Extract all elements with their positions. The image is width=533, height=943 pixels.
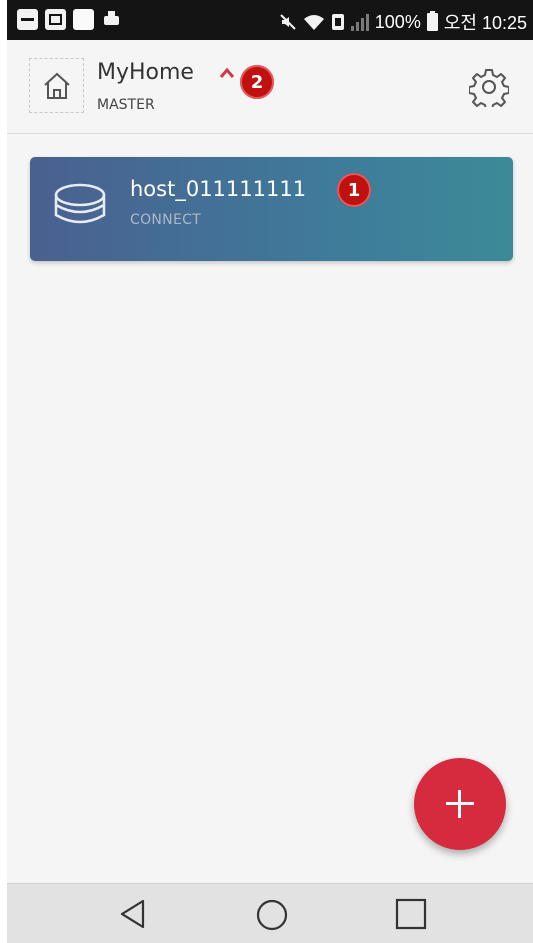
notification-icons	[17, 9, 122, 30]
signal-icon	[350, 13, 369, 31]
home-title: MyHome	[97, 60, 194, 85]
wifi-icon	[303, 15, 324, 30]
battery-icon	[426, 11, 438, 31]
nav-bar	[7, 883, 533, 943]
home-nav-icon[interactable]	[255, 898, 289, 932]
annotation-badge-1: 1	[337, 173, 371, 207]
home-button[interactable]	[29, 58, 84, 113]
app-frame: 100% 오전 10:25 MyHome 2 MASTER host_01111…	[7, 0, 533, 943]
dash-notification-icon	[17, 9, 38, 30]
system-status: 100% 오전 10:25	[279, 9, 527, 35]
print-notification-icon	[101, 9, 122, 30]
nfc-icon	[331, 14, 344, 30]
image-notification-icon	[45, 9, 66, 30]
battery-percentage: 100%	[374, 11, 421, 32]
home-role: MASTER	[97, 97, 155, 113]
clock: 오전 10:25	[443, 13, 527, 33]
chevron-up-icon[interactable]	[219, 67, 235, 79]
server-icon	[54, 183, 106, 224]
app-notification-icon	[73, 9, 94, 30]
add-host-button[interactable]	[414, 758, 506, 850]
status-bar: 100% 오전 10:25	[7, 0, 533, 40]
gear-icon[interactable]	[469, 67, 509, 107]
app-header: MyHome 2 MASTER	[7, 40, 533, 134]
back-icon[interactable]	[118, 898, 148, 930]
annotation-badge-2: 2	[240, 65, 274, 99]
recents-icon[interactable]	[395, 898, 427, 930]
host-status: CONNECT	[130, 212, 202, 228]
host-name: host_011111111	[130, 177, 307, 201]
mute-icon	[280, 14, 296, 30]
host-card[interactable]: host_011111111 CONNECT 1	[30, 157, 513, 261]
home-icon	[44, 72, 70, 99]
